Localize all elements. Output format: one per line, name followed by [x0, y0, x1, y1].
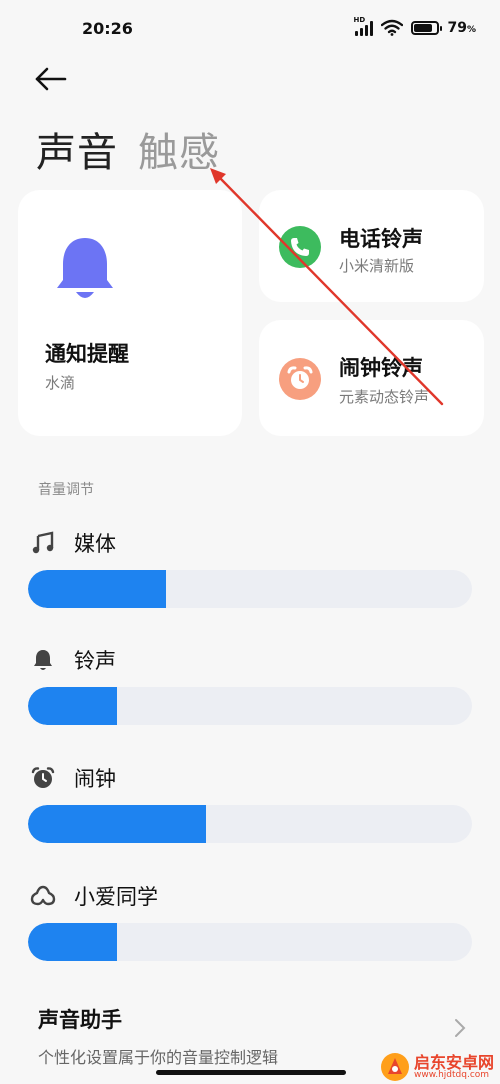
volume-label-xiaoai: 小爱同学: [74, 885, 158, 909]
alarm-clock-icon: [279, 358, 321, 400]
alarm-ringtone-card[interactable]: 闹钟铃声 元素动态铃声: [259, 320, 484, 436]
tab-bar: 声音 触感: [36, 120, 220, 178]
notification-sound-card[interactable]: 通知提醒 水滴: [18, 190, 242, 436]
volume-section-label: 音量调节: [38, 482, 94, 498]
tab-haptics[interactable]: 触感: [138, 120, 220, 178]
alarm-clock-icon: [30, 765, 56, 791]
bell-icon: [30, 647, 56, 673]
chevron-right-icon: [455, 1019, 466, 1037]
network-type: HD: [353, 15, 366, 24]
status-icons: HD 79%: [353, 16, 476, 36]
notification-subtitle: 水滴: [45, 374, 76, 392]
status-bar: 20:26 HD 79%: [0, 0, 500, 58]
ringtone-volume-slider[interactable]: [28, 687, 472, 725]
bell-icon: [57, 238, 113, 298]
watermark-icon: [380, 1053, 409, 1081]
notification-title: 通知提醒: [45, 342, 129, 366]
home-indicator[interactable]: [156, 1070, 346, 1075]
alarm-ringtone-title: 闹钟铃声: [339, 356, 423, 380]
phone-ringtone-subtitle: 小米清新版: [339, 257, 415, 275]
sound-assistant-title: 声音助手: [38, 1008, 122, 1032]
phone-ringtone-card[interactable]: 电话铃声 小米清新版: [259, 190, 484, 302]
battery-icon: [411, 20, 443, 35]
back-arrow-icon[interactable]: [34, 64, 68, 94]
volume-label-media: 媒体: [74, 532, 116, 556]
phone-ringtone-title: 电话铃声: [339, 227, 423, 251]
wifi-icon: [381, 19, 404, 36]
xiaoai-volume-slider[interactable]: [28, 923, 472, 961]
watermark-logo: 启东安卓网 www.hjdtdq.com: [380, 1052, 494, 1082]
phone-icon: [279, 226, 321, 268]
alarm-ringtone-subtitle: 元素动态铃声: [339, 388, 430, 406]
status-time: 20:26: [82, 19, 133, 38]
volume-label-ringtone: 铃声: [74, 649, 116, 673]
tab-sound[interactable]: 声音: [36, 120, 118, 178]
signal-icon: HD: [353, 16, 374, 36]
watermark-url: www.hjdtdq.com: [413, 1069, 490, 1080]
media-volume-slider[interactable]: [28, 570, 472, 608]
xiaoai-icon: [30, 883, 56, 909]
alarm-volume-slider[interactable]: [28, 805, 472, 843]
volume-label-alarm: 闹钟: [74, 767, 116, 791]
music-note-icon: [30, 530, 56, 556]
battery-percentage: 79%: [447, 19, 476, 36]
watermark-text: 启东安卓网: [413, 1052, 494, 1072]
